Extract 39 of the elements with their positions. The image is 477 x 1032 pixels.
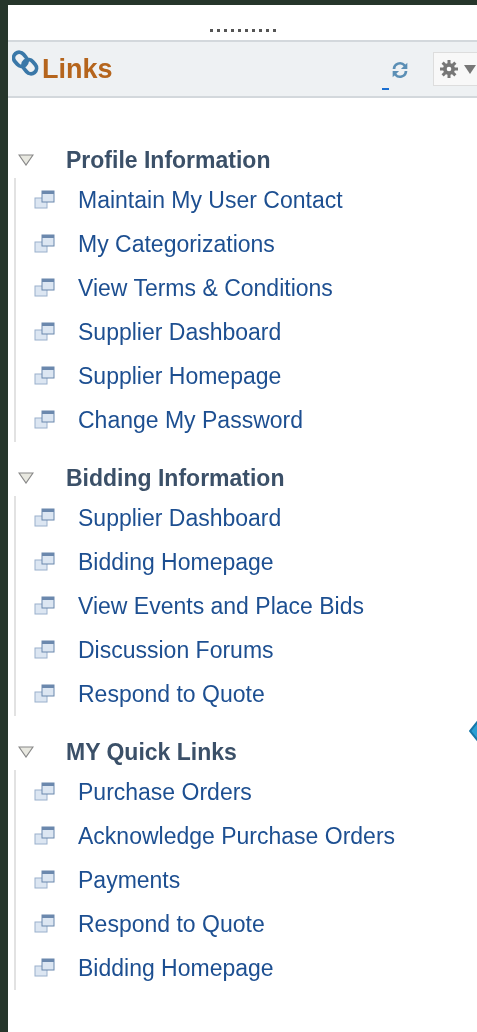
- link[interactable]: Bidding Homepage: [78, 954, 274, 982]
- link[interactable]: Supplier Homepage: [78, 362, 282, 390]
- link[interactable]: Payments: [78, 866, 181, 894]
- settings-icon: [440, 59, 477, 79]
- link[interactable]: Change My Password: [78, 406, 303, 434]
- panel-title: Links: [42, 53, 113, 85]
- settings-button[interactable]: [433, 52, 477, 86]
- link[interactable]: Discussion Forums: [78, 636, 274, 664]
- section-header[interactable]: Bidding Information: [8, 460, 477, 496]
- windows-icon: [34, 870, 56, 890]
- windows-icon: [34, 278, 56, 298]
- link[interactable]: Purchase Orders: [78, 778, 252, 806]
- section-header[interactable]: Profile Information: [8, 142, 477, 178]
- windows-icon: [34, 782, 56, 802]
- windows-icon: [34, 552, 56, 572]
- windows-icon: [34, 914, 56, 934]
- windows-icon: [34, 322, 56, 342]
- windows-icon: [34, 640, 56, 660]
- windows-icon: [34, 596, 56, 616]
- windows-icon: [34, 366, 56, 386]
- windows-icon: [34, 410, 56, 430]
- link[interactable]: View Terms & Conditions: [78, 274, 333, 302]
- chain-link-icon: [12, 49, 40, 77]
- link[interactable]: Bidding Homepage: [78, 548, 274, 576]
- windows-icon: [34, 826, 56, 846]
- link[interactable]: Supplier Dashboard: [78, 504, 282, 532]
- link[interactable]: Respond to Quote: [78, 680, 265, 708]
- windows-icon: [34, 234, 56, 254]
- section-header[interactable]: MY Quick Links: [8, 734, 477, 770]
- windows-icon: [34, 958, 56, 978]
- link[interactable]: Maintain My User Contact: [78, 186, 343, 214]
- windows-icon: [34, 684, 56, 704]
- link[interactable]: Respond to Quote: [78, 910, 265, 938]
- link[interactable]: My Categorizations: [78, 230, 275, 258]
- link[interactable]: Supplier Dashboard: [78, 318, 282, 346]
- windows-icon: [34, 190, 56, 210]
- windows-icon: [34, 508, 56, 528]
- link[interactable]: Acknowledge Purchase Orders: [78, 822, 396, 850]
- link[interactable]: View Events and Place Bids: [78, 592, 364, 620]
